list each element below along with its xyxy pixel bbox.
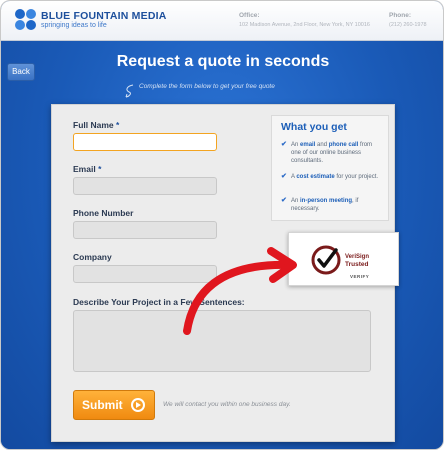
verisign-brand: VeriSign — [345, 254, 370, 260]
verisign-seal-icon — [311, 245, 341, 275]
full-name-input[interactable] — [73, 133, 217, 151]
benefit-item: ✔ An email and phone call from one of ou… — [281, 141, 373, 164]
check-icon: ✔ — [281, 141, 287, 148]
red-curved-arrow-icon — [183, 247, 297, 335]
verisign-verify: VERIFY — [350, 274, 370, 279]
office-address: 102 Madison Avenue, 2nd Floor, New York,… — [239, 22, 370, 28]
page-subtitle: Complete the form below to get your free… — [139, 83, 275, 90]
full-name-label: Full Name * — [73, 120, 120, 130]
benefit-item: ✔ An in-person meeting, if necessary. — [281, 197, 359, 212]
email-input[interactable] — [73, 177, 217, 195]
page-title: Request a quote in seconds — [116, 53, 330, 70]
contact-note: We will contact you within one business … — [163, 401, 291, 408]
brand-tagline: springing ideas to life — [41, 22, 107, 29]
squiggle-arrow-icon — [125, 84, 134, 98]
office-label: Office: — [239, 12, 260, 19]
phone-number: (212) 260-1978 — [389, 22, 427, 28]
brand-name[interactable]: BLUE FOUNTAIN MEDIA — [41, 10, 167, 22]
benefit-item: ✔ A cost estimate for your project. — [281, 173, 379, 180]
logo-dots-icon — [15, 9, 37, 31]
company-label: Company — [73, 252, 112, 262]
phone-number-label: Phone Number — [73, 208, 134, 218]
verisign-trusted: Trusted — [345, 261, 369, 268]
verisign-badge[interactable] — [288, 232, 399, 286]
check-icon: ✔ — [281, 173, 287, 180]
phone-label: Phone: — [389, 12, 412, 19]
phone-number-input[interactable] — [73, 221, 217, 239]
page-frame: BLUE FOUNTAIN MEDIA springing ideas to l… — [0, 0, 444, 450]
email-label: Email * — [73, 164, 102, 174]
check-icon: ✔ — [281, 197, 287, 204]
what-you-get-title: What you get — [281, 121, 347, 133]
play-circle-icon — [131, 398, 145, 412]
site-header: BLUE FOUNTAIN MEDIA springing ideas to l… — [1, 1, 443, 41]
